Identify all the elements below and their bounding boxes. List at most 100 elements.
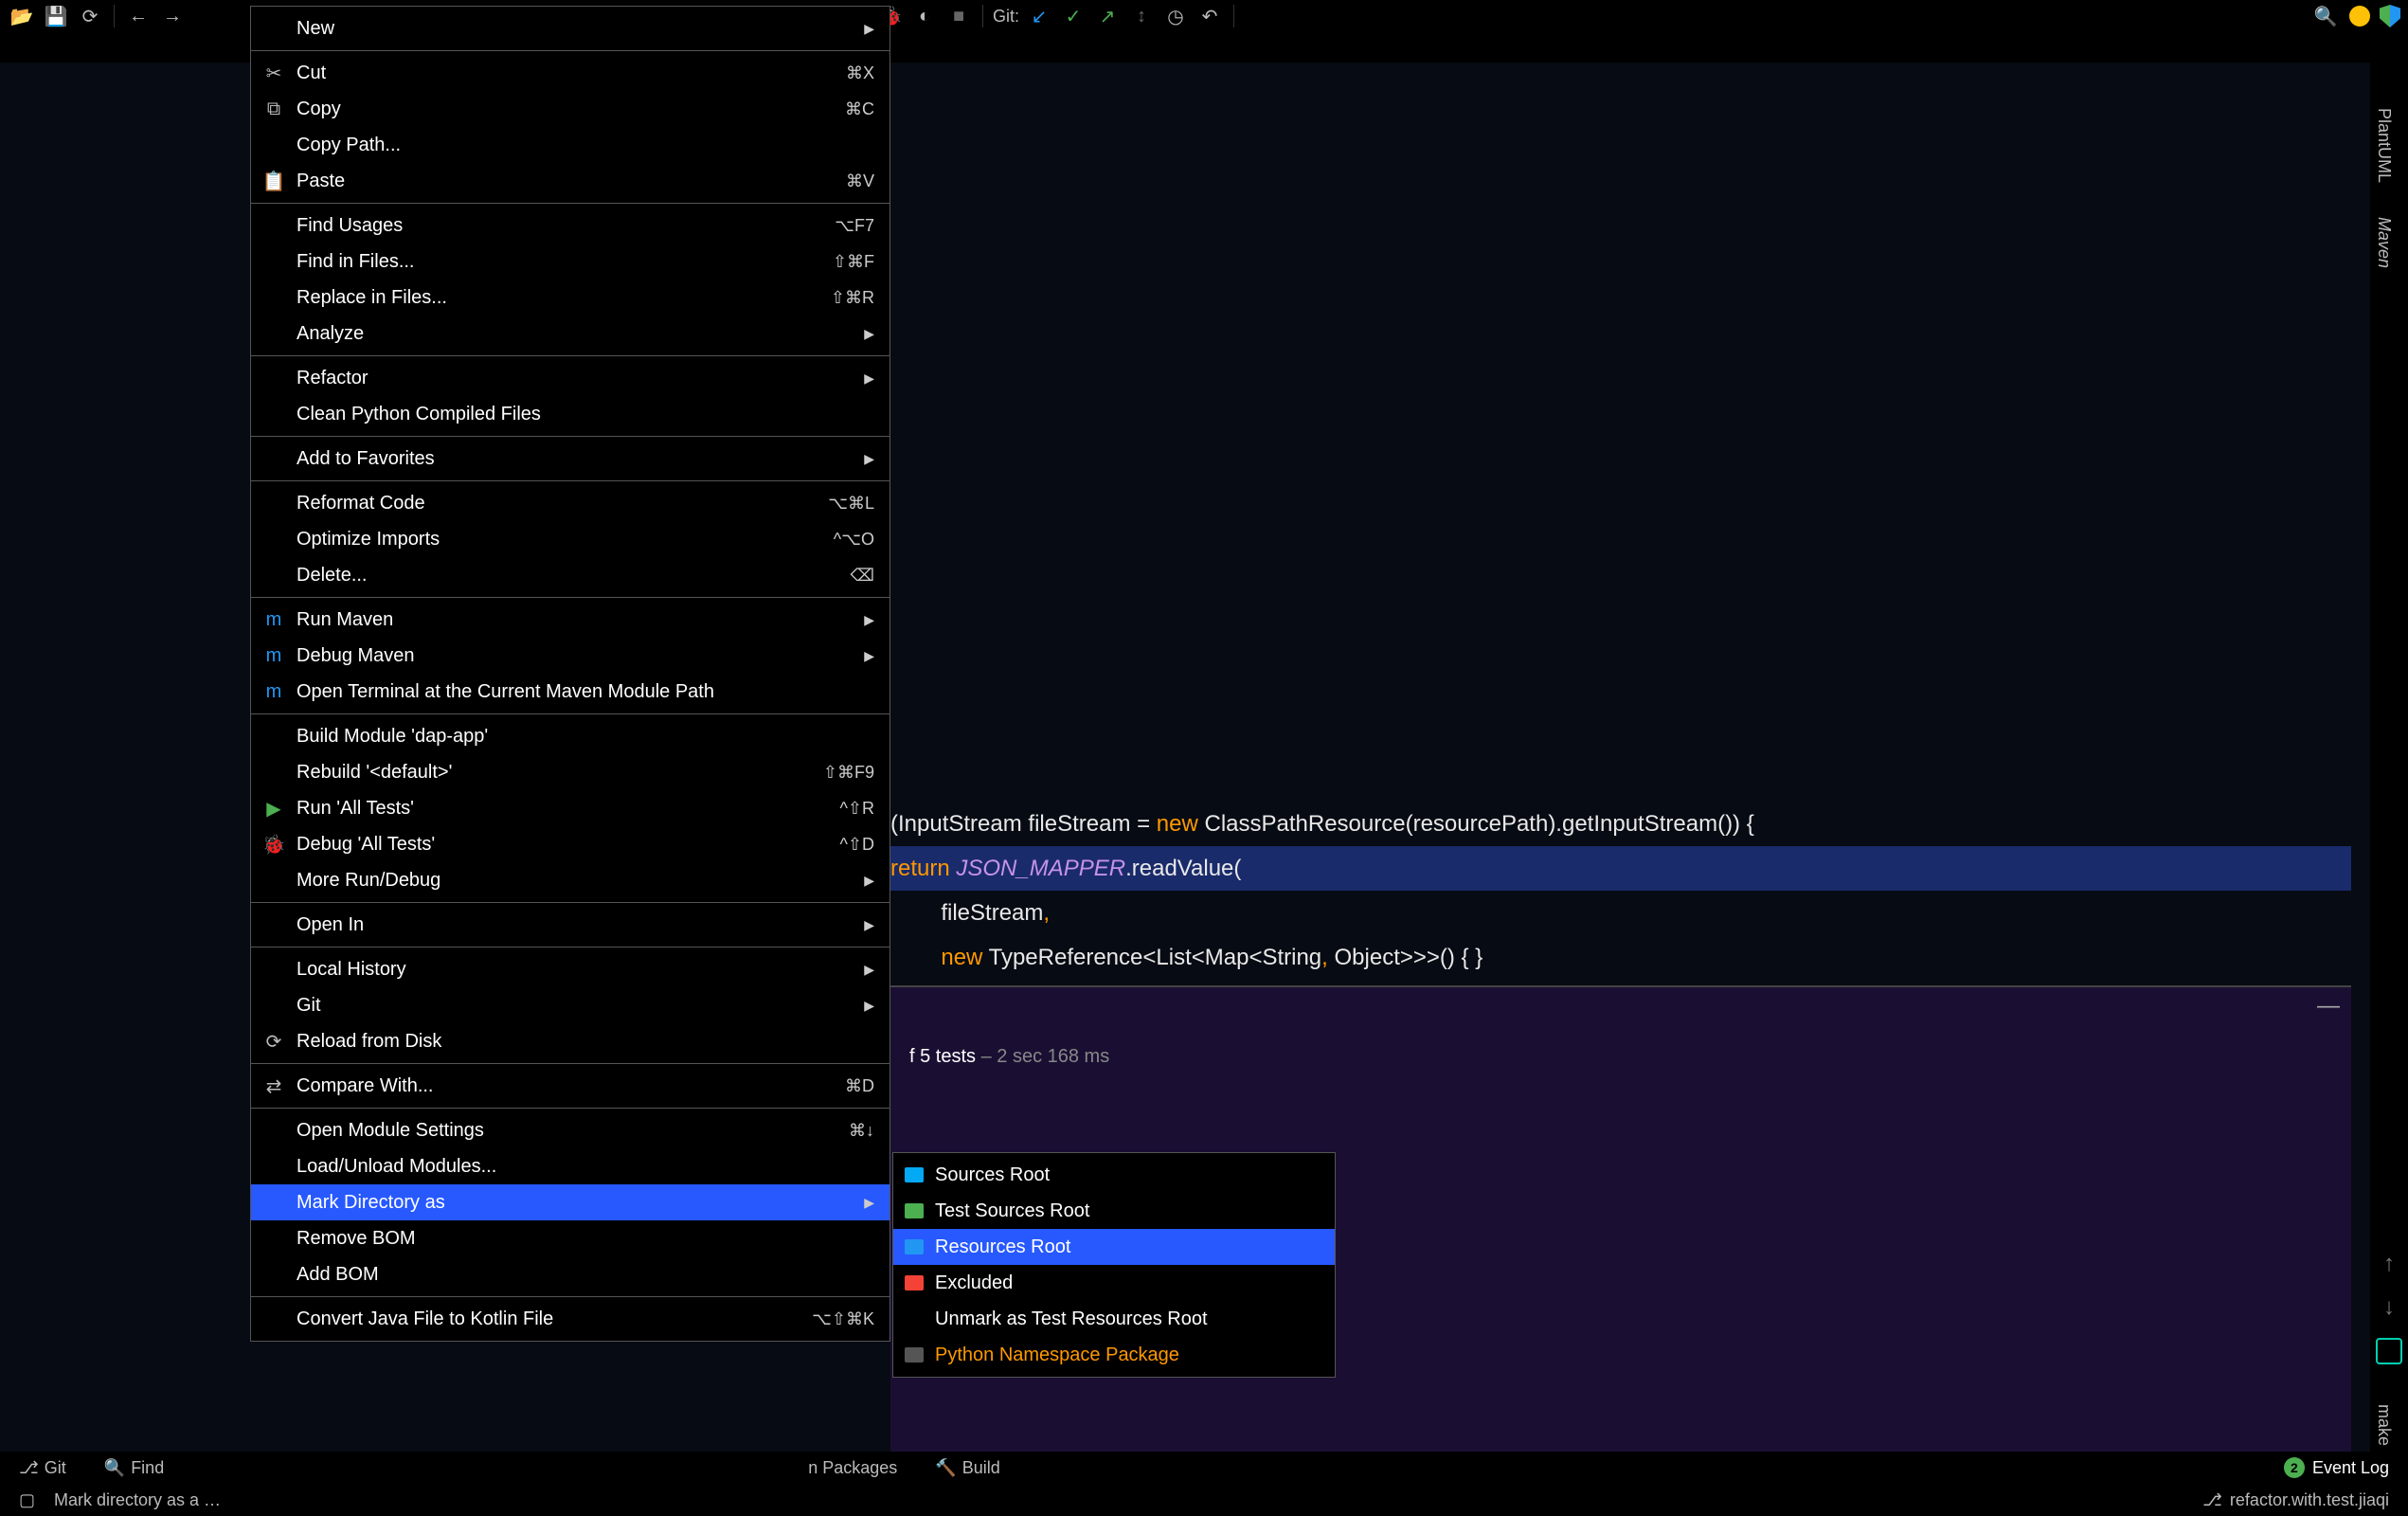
menu-item-delete[interactable]: Delete...⌫ xyxy=(251,557,890,593)
menu-item-open-module-settings[interactable]: Open Module Settings⌘↓ xyxy=(251,1112,890,1148)
menu-item-label: New xyxy=(297,18,853,40)
menu-item-copy[interactable]: ⧉Copy⌘C xyxy=(251,91,890,127)
mark-directory-submenu: Sources RootTest Sources RootResources R… xyxy=(892,1152,1336,1378)
menu-item-find-usages[interactable]: Find Usages⌥F7 xyxy=(251,208,890,244)
menu-separator xyxy=(251,713,890,714)
coverage-icon[interactable]: ◐ xyxy=(910,2,939,30)
menu-item-label: Reformat Code xyxy=(297,493,817,514)
menu-item-paste[interactable]: 📋Paste⌘V xyxy=(251,163,890,199)
tool-maven[interactable]: Maven xyxy=(2370,209,2398,276)
menu-item-label: Copy Path... xyxy=(297,135,874,156)
notifications-icon[interactable] xyxy=(2349,6,2370,27)
menu-item-run-maven[interactable]: mRun Maven▶ xyxy=(251,602,890,638)
menu-item-git[interactable]: Git▶ xyxy=(251,987,890,1023)
menu-separator xyxy=(251,480,890,481)
menu-item-label: Copy xyxy=(297,99,834,120)
menu-item-load-unload-modules[interactable]: Load/Unload Modules... xyxy=(251,1148,890,1184)
submenu-arrow-icon: ▶ xyxy=(864,370,874,387)
▶-icon: ▶ xyxy=(262,797,285,821)
nav-scroll-icon[interactable] xyxy=(2376,1338,2402,1364)
git-commit-icon[interactable]: ✓ xyxy=(1059,2,1087,30)
menu-item-label: Reload from Disk xyxy=(297,1031,874,1053)
tool-find[interactable]: 🔍 Find xyxy=(104,1458,164,1478)
save-icon[interactable]: 💾 xyxy=(42,2,70,30)
menu-item-analyze[interactable]: Analyze▶ xyxy=(251,316,890,352)
menu-item-debug-maven[interactable]: mDebug Maven▶ xyxy=(251,638,890,674)
menu-item-rebuild-default[interactable]: Rebuild '<default>'⇧⌘F9 xyxy=(251,754,890,790)
menu-item-label: Open Terminal at the Current Maven Modul… xyxy=(297,681,874,703)
status-square-icon[interactable]: ▢ xyxy=(19,1490,35,1510)
menu-separator xyxy=(251,1108,890,1109)
menu-item-replace-in-files[interactable]: Replace in Files...⇧⌘R xyxy=(251,280,890,316)
menu-item-add-bom[interactable]: Add BOM xyxy=(251,1256,890,1292)
menu-item-build-module-dap-app[interactable]: Build Module 'dap-app' xyxy=(251,718,890,754)
menu-item-cut[interactable]: ✂Cut⌘X xyxy=(251,55,890,91)
menu-shortcut: ⌥⇧⌘K xyxy=(812,1309,874,1329)
submenu-item-python-namespace-package[interactable]: Python Namespace Package xyxy=(893,1337,1335,1373)
tool-window-bar: ⎇ Git 🔍 Find n Packages 🔨 Build 2 Event … xyxy=(0,1452,2408,1484)
menu-item-new[interactable]: New▶ xyxy=(251,10,890,46)
menu-item-label: Delete... xyxy=(297,565,839,587)
tool-plantuml[interactable]: PlantUML xyxy=(2370,100,2398,190)
submenu-item-test-sources-root[interactable]: Test Sources Root xyxy=(893,1193,1335,1229)
stop-icon[interactable]: ■ xyxy=(944,2,973,30)
forward-icon[interactable]: → xyxy=(158,2,187,30)
menu-separator xyxy=(251,902,890,903)
code-line: new TypeReference<List<Map<String, Objec… xyxy=(890,935,2351,980)
git-branch-name[interactable]: refactor.with.test.jiaqi xyxy=(2230,1490,2389,1510)
menu-item-label: Open Module Settings xyxy=(297,1120,837,1142)
menu-item-find-in-files[interactable]: Find in Files...⇧⌘F xyxy=(251,244,890,280)
minimize-icon[interactable]: — xyxy=(2317,993,2340,1020)
submenu-arrow-icon: ▶ xyxy=(864,326,874,342)
menu-item-remove-bom[interactable]: Remove BOM xyxy=(251,1220,890,1256)
submenu-arrow-icon: ▶ xyxy=(864,1195,874,1211)
menu-item-label: Optimize Imports xyxy=(297,529,822,550)
submenu-arrow-icon: ▶ xyxy=(864,873,874,889)
event-count-badge: 2 xyxy=(2284,1457,2305,1478)
submenu-item-excluded[interactable]: Excluded xyxy=(893,1265,1335,1301)
git-history-icon[interactable]: ↕ xyxy=(1127,2,1156,30)
menu-item-optimize-imports[interactable]: Optimize Imports^⌥O xyxy=(251,521,890,557)
menu-item-open-in[interactable]: Open In▶ xyxy=(251,907,890,943)
submenu-item-unmark-as-test-resources-root[interactable]: Unmark as Test Resources Root xyxy=(893,1301,1335,1337)
menu-item-reload-from-disk[interactable]: ⟳Reload from Disk xyxy=(251,1023,890,1059)
submenu-item-resources-root[interactable]: Resources Root xyxy=(893,1229,1335,1265)
menu-item-local-history[interactable]: Local History▶ xyxy=(251,951,890,987)
back-icon[interactable]: ← xyxy=(124,2,153,30)
branch-icon[interactable]: ⎇ xyxy=(2202,1490,2222,1510)
menu-item-open-terminal-at-the-current-maven-module-path[interactable]: mOpen Terminal at the Current Maven Modu… xyxy=(251,674,890,710)
submenu-arrow-icon: ▶ xyxy=(864,612,874,628)
tool-event-log[interactable]: Event Log xyxy=(2312,1458,2389,1478)
refresh-icon[interactable]: ⟳ xyxy=(76,2,104,30)
open-icon[interactable]: 📂 xyxy=(8,2,36,30)
git-push-icon[interactable]: ↗ xyxy=(1093,2,1122,30)
git-pull-icon[interactable]: ↙ xyxy=(1025,2,1053,30)
menu-item-more-run-debug[interactable]: More Run/Debug▶ xyxy=(251,862,890,898)
tool-make[interactable]: make xyxy=(2370,1397,2398,1453)
submenu-item-label: Python Namespace Package xyxy=(935,1345,1320,1366)
revert-icon[interactable]: ↶ xyxy=(1195,2,1224,30)
menu-shortcut: ⇧⌘R xyxy=(831,288,874,308)
✂-icon: ✂ xyxy=(262,62,285,85)
menu-item-clean-python-compiled-files[interactable]: Clean Python Compiled Files xyxy=(251,396,890,432)
tool-build[interactable]: 🔨 Build xyxy=(935,1458,999,1478)
nav-up-icon[interactable]: ↑ xyxy=(2383,1251,2395,1277)
tool-git[interactable]: ⎇ Git xyxy=(19,1458,66,1478)
menu-item-add-to-favorites[interactable]: Add to Favorites▶ xyxy=(251,441,890,477)
menu-item-compare-with[interactable]: ⇄Compare With...⌘D xyxy=(251,1068,890,1104)
tool-packages[interactable]: n Packages xyxy=(808,1458,897,1478)
nav-down-icon[interactable]: ↓ xyxy=(2383,1294,2395,1321)
menu-item-mark-directory-as[interactable]: Mark Directory as▶ xyxy=(251,1184,890,1220)
menu-item-convert-java-file-to-kotlin-file[interactable]: Convert Java File to Kotlin File⌥⇧⌘K xyxy=(251,1301,890,1337)
git-label: Git: xyxy=(993,7,1019,27)
search-icon[interactable]: 🔍 xyxy=(2311,2,2340,30)
menu-item-copy-path[interactable]: Copy Path... xyxy=(251,127,890,163)
submenu-item-sources-root[interactable]: Sources Root xyxy=(893,1157,1335,1193)
menu-item-run-all-tests[interactable]: ▶Run 'All Tests'^⇧R xyxy=(251,790,890,826)
shield-icon[interactable] xyxy=(2380,5,2400,27)
clock-icon[interactable]: ◷ xyxy=(1161,2,1190,30)
menu-item-refactor[interactable]: Refactor▶ xyxy=(251,360,890,396)
menu-item-debug-all-tests[interactable]: 🐞Debug 'All Tests'^⇧D xyxy=(251,826,890,862)
menu-item-reformat-code[interactable]: Reformat Code⌥⌘L xyxy=(251,485,890,521)
folder-icon xyxy=(905,1311,924,1326)
